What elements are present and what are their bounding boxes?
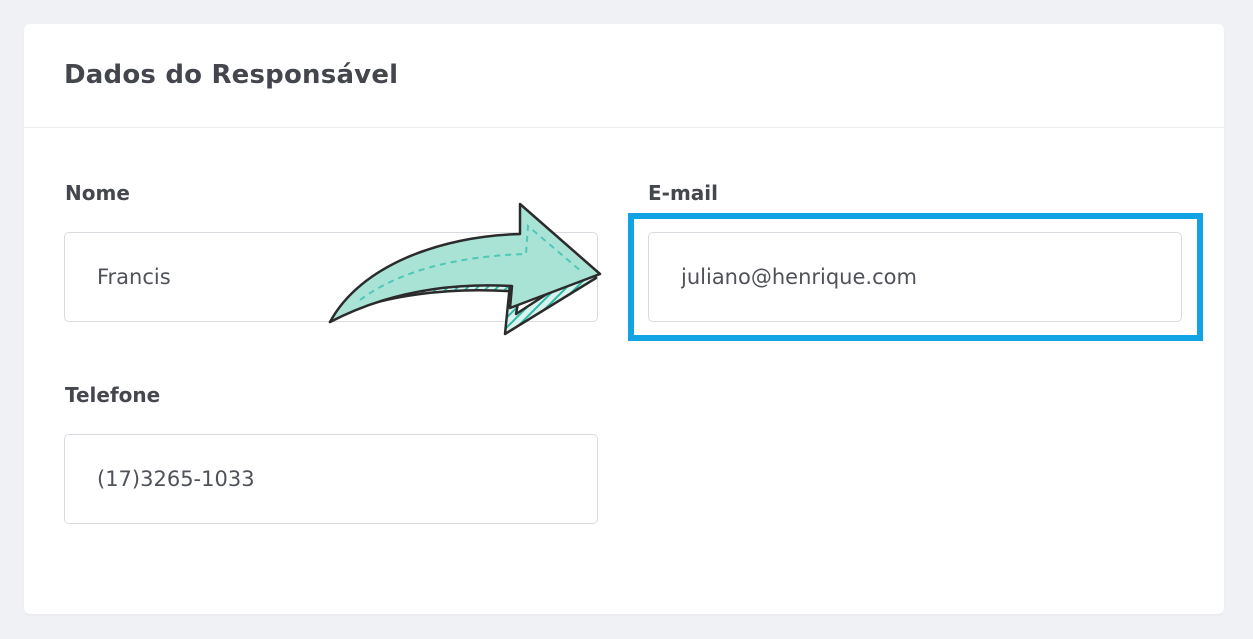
email-label: E-mail — [648, 181, 719, 205]
nome-label: Nome — [65, 181, 130, 205]
card-header: Dados do Responsável — [24, 24, 1224, 128]
email-highlight-box — [628, 213, 1203, 341]
card-title: Dados do Responsável — [64, 60, 399, 90]
telefone-input[interactable] — [64, 434, 598, 524]
telefone-label: Telefone — [65, 383, 161, 407]
curved-arrow-icon — [328, 202, 602, 336]
